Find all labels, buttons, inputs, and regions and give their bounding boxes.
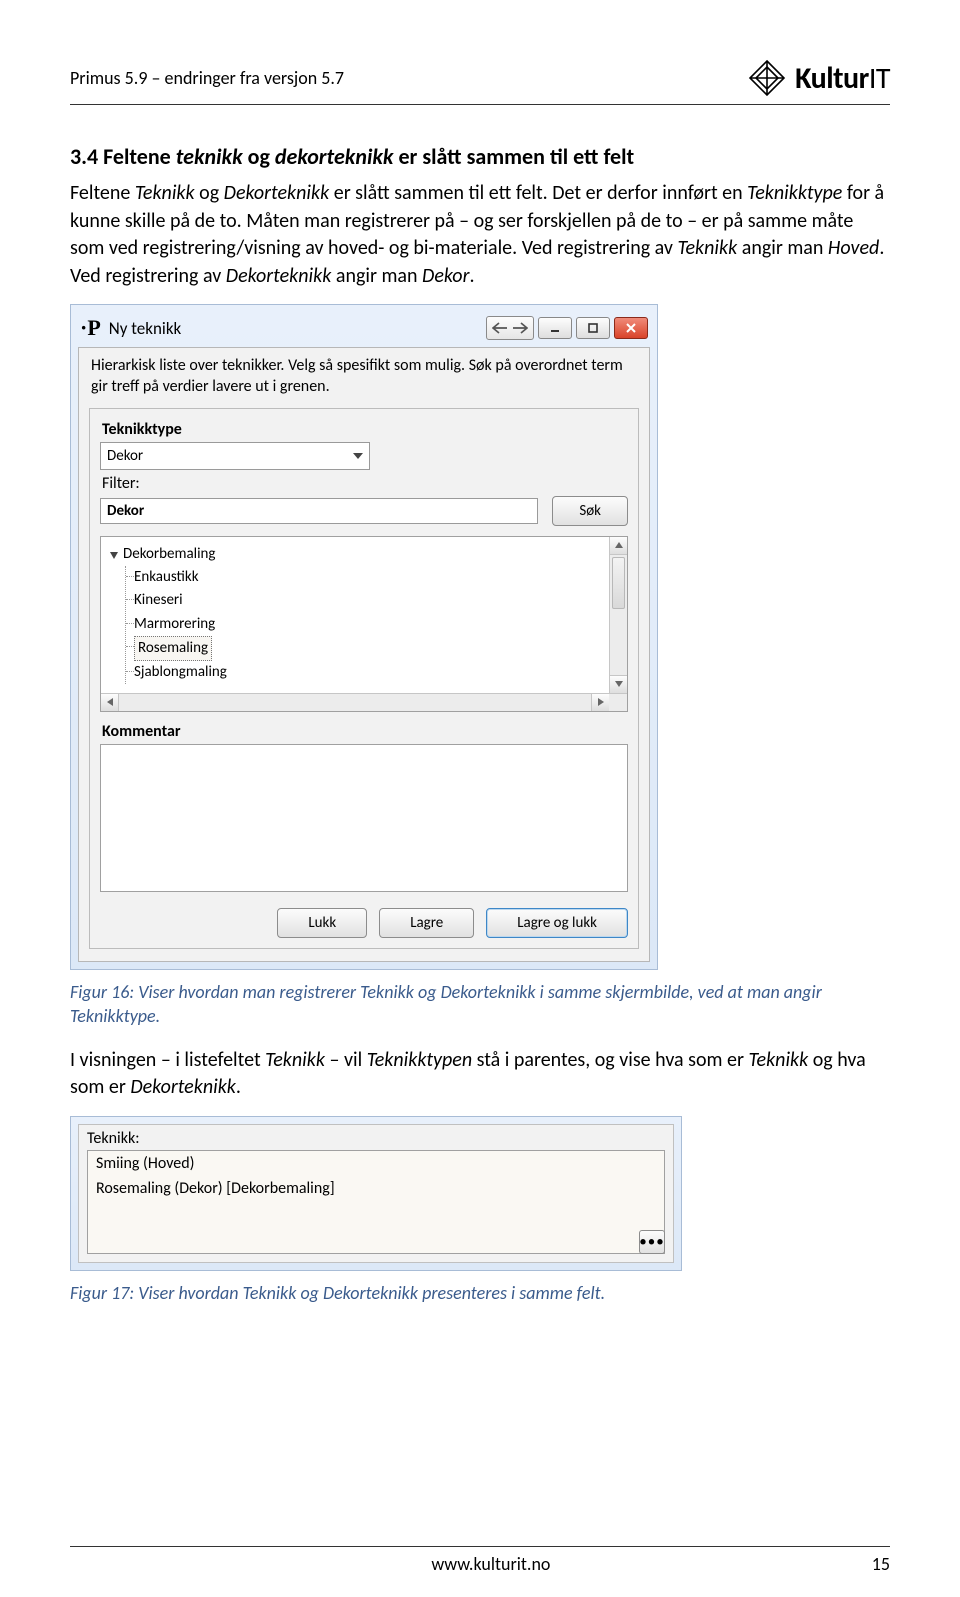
save-button[interactable]: Lagre (379, 908, 474, 938)
teknikk-list-label: Teknikk: (79, 1125, 673, 1150)
app-icon: ·P (80, 315, 101, 341)
page-header: Primus 5.9 – endringer fra versjon 5.7 K… (70, 58, 890, 105)
comment-label: Kommentar (102, 722, 628, 741)
titlebar: ·P Ny teknikk (78, 312, 650, 347)
horizontal-scrollbar[interactable] (101, 693, 627, 711)
doc-title: Primus 5.9 – endringer fra versjon 5.7 (70, 67, 344, 89)
figure-1-window: ·P Ny teknikk Hierarkisk liste over tekn… (70, 304, 658, 970)
tree-item-selected[interactable]: Rosemaling (134, 636, 619, 661)
browse-button[interactable]: ••• (639, 1230, 665, 1254)
close-dialog-button[interactable]: Lukk (277, 908, 367, 938)
minimize-button[interactable] (538, 317, 572, 339)
scroll-down-button[interactable] (610, 675, 627, 693)
filter-label: Filter: (102, 474, 628, 493)
chevron-down-icon (353, 453, 363, 459)
search-button[interactable]: Søk (552, 496, 628, 526)
page-number: 15 (872, 1553, 890, 1575)
page-footer: www.kulturit.no 15 (0, 1546, 960, 1575)
section-heading: 3.4 Feltene teknikk og dekorteknikk er s… (70, 143, 890, 170)
teknikktype-select[interactable]: Dekor (100, 442, 370, 470)
logo: KulturIT (747, 58, 890, 98)
figure-2-panel: Teknikk: Smiing (Hoved) Rosemaling (Deko… (70, 1116, 682, 1271)
tree-item[interactable]: Kineseri (134, 589, 619, 612)
scroll-right-button[interactable] (591, 694, 609, 711)
info-text: Hierarkisk liste over teknikker. Velg så… (91, 356, 639, 398)
window-title: Ny teknikk (109, 318, 182, 339)
logo-icon (747, 58, 787, 98)
close-button[interactable] (614, 317, 648, 339)
filter-input[interactable]: Dekor (100, 498, 538, 524)
list-item[interactable]: Rosemaling (Dekor) [Dekorbemaling] (88, 1176, 664, 1201)
teknikk-listbox[interactable]: Smiing (Hoved) Rosemaling (Dekor) [Dekor… (87, 1150, 665, 1254)
tree-item[interactable]: Marmorering (134, 613, 619, 636)
footer-url: www.kulturit.no (110, 1553, 872, 1575)
list-item[interactable]: Smiing (Hoved) (88, 1151, 664, 1176)
type-label: Teknikktype (102, 420, 628, 439)
tree-item[interactable]: Sjablongmaling (134, 661, 619, 684)
tree-root[interactable]: Dekorbemaling (109, 543, 619, 566)
nav-prev-next-button[interactable] (486, 316, 534, 340)
scroll-thumb[interactable] (612, 557, 625, 609)
figure-2-caption: Figur 17: Viser hvordan Teknikk og Dekor… (70, 1281, 890, 1305)
maximize-button[interactable] (576, 317, 610, 339)
comment-textarea[interactable] (100, 744, 628, 892)
paragraph-1: Feltene Teknikk og Dekorteknikk er slått… (70, 180, 890, 290)
scroll-left-button[interactable] (101, 694, 119, 711)
figure-1-caption: Figur 16: Viser hvordan man registrerer … (70, 980, 890, 1029)
collapse-icon (109, 550, 119, 560)
select-value: Dekor (107, 447, 143, 465)
scroll-up-button[interactable] (610, 537, 627, 555)
save-and-close-button[interactable]: Lagre og lukk (486, 908, 628, 938)
vertical-scrollbar[interactable] (609, 537, 627, 693)
tree-listbox[interactable]: Dekorbemaling Enkaustikk Kineseri Marmor… (100, 536, 628, 712)
tree-item[interactable]: Enkaustikk (134, 566, 619, 589)
paragraph-2: I visningen – i listefeltet Teknikk – vi… (70, 1047, 890, 1102)
